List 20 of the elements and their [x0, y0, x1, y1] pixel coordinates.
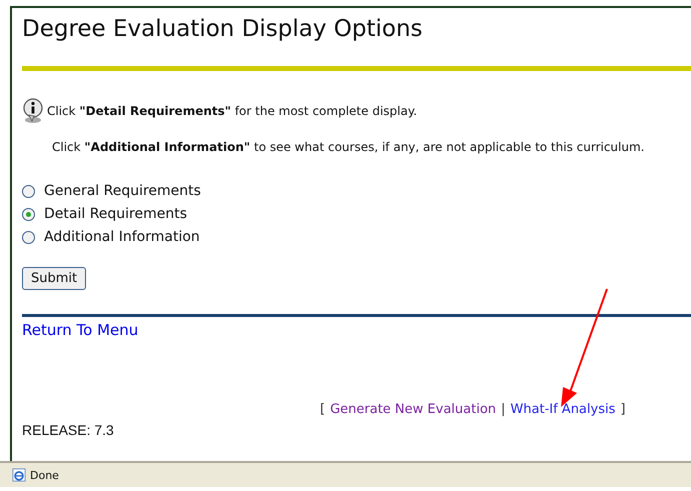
separator: |	[501, 402, 506, 417]
page-icon	[12, 468, 26, 482]
bracket: ]	[620, 402, 626, 417]
radio-button[interactable]	[22, 208, 35, 220]
release-text: RELEASE: 7.3	[22, 422, 115, 438]
bracket: [	[320, 402, 326, 417]
footer-link[interactable]: What-If Analysis	[510, 402, 616, 417]
option-label: General Requirements	[44, 183, 201, 199]
footer-link[interactable]: Generate New Evaluation	[330, 402, 496, 417]
submit-button[interactable]: Submit	[22, 267, 86, 290]
instruction-text: Click "Additional Information" to see what courses, if any, are not applicable to this curriculum.	[52, 140, 644, 154]
instruction-text: Click "Detail Requirements" for the most complete display.	[47, 104, 418, 118]
option-label: Additional Information	[44, 229, 200, 245]
radio-button[interactable]	[22, 230, 35, 244]
info-icon	[22, 98, 44, 124]
return-to-menu-link[interactable]: Return To Menu	[22, 321, 138, 339]
page-title: Degree Evaluation Display Options	[22, 15, 424, 44]
status-text: Done	[30, 468, 59, 482]
radio-button[interactable]	[22, 184, 35, 198]
option-label: Detail Requirements	[44, 206, 188, 222]
